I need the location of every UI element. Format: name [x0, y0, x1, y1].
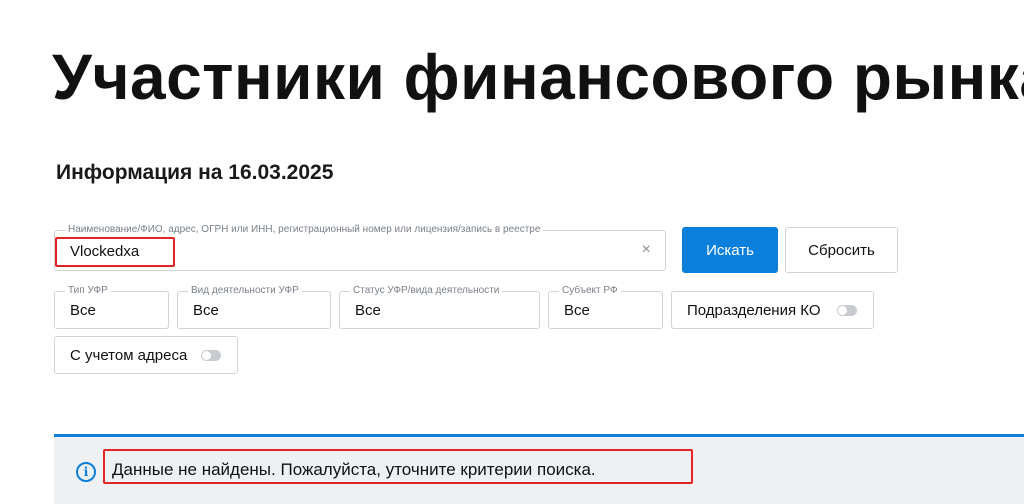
- ko-divisions-switch[interactable]: [837, 305, 857, 316]
- filter-status-select[interactable]: Статус УФР/вида деятельности Все: [339, 285, 540, 329]
- with-address-switch[interactable]: [201, 350, 221, 361]
- filter-type-label: Тип УФР: [65, 285, 111, 297]
- ko-divisions-toggle-box[interactable]: Подразделения КО: [671, 291, 874, 329]
- search-value-highlight: [55, 237, 175, 267]
- filter-region-select[interactable]: Субъект РФ Все: [548, 285, 663, 329]
- filter-region-value: Все: [564, 302, 590, 319]
- with-address-label: С учетом адреса: [70, 346, 188, 364]
- filter-type-value: Все: [70, 302, 96, 319]
- filter-activity-select[interactable]: Вид деятельности УФР Все: [177, 285, 331, 329]
- filter-status-value: Все: [355, 302, 381, 319]
- search-button[interactable]: Искать: [682, 227, 778, 273]
- info-icon: i: [76, 462, 96, 482]
- with-address-toggle-box[interactable]: С учетом адреса: [54, 336, 238, 374]
- ko-divisions-label: Подразделения КО: [687, 301, 821, 319]
- search-field-label: Наименование/ФИО, адрес, ОГРН или ИНН, р…: [65, 224, 544, 236]
- filter-type-select[interactable]: Тип УФР Все: [54, 285, 169, 329]
- filter-activity-value: Все: [193, 302, 219, 319]
- reset-button[interactable]: Сбросить: [785, 227, 898, 273]
- filter-region-label: Субъект РФ: [559, 285, 621, 297]
- info-date: Информация на 16.03.2025: [56, 161, 334, 184]
- clear-icon[interactable]: ×: [642, 242, 651, 258]
- page-title: Участники финансового рынка: [52, 41, 1024, 113]
- filter-status-label: Статус УФР/вида деятельности: [350, 285, 503, 297]
- notice-highlight: [103, 449, 693, 484]
- filter-activity-label: Вид деятельности УФР: [188, 285, 302, 297]
